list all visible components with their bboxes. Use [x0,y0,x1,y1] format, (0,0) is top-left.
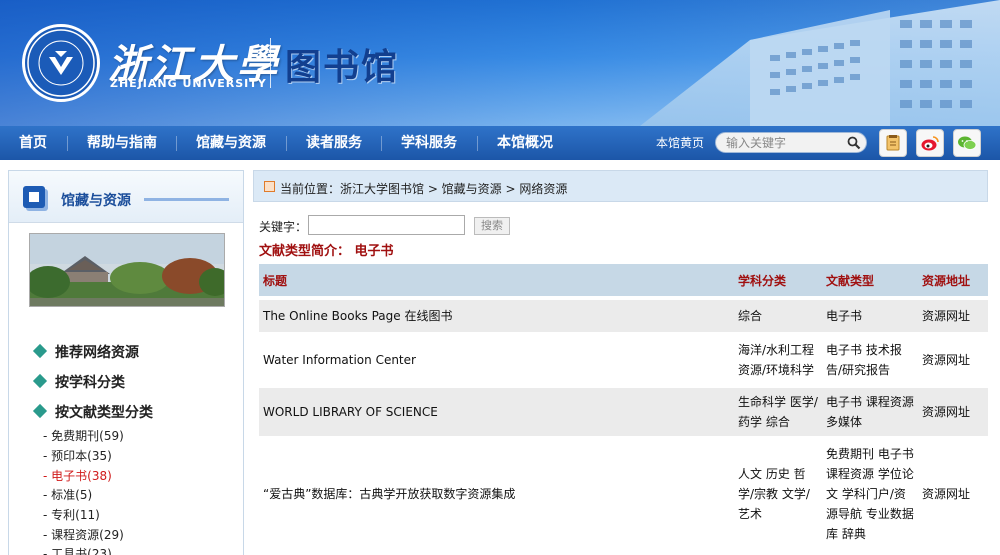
table-row: Water Information Center 海洋/水利工程 资源/环境科学… [259,336,988,384]
sub-item-ebooks[interactable]: - 电子书(38) [43,467,112,484]
section-icon [23,186,45,208]
nav-divider [286,136,287,151]
site-search [715,132,867,153]
resource-subject: 综合 [734,300,822,332]
sub-item-reference-books[interactable]: - 工具书(23) [43,545,112,555]
nav-item-subject-services[interactable]: 学科服务 [401,126,457,160]
site-search-input[interactable] [726,135,846,151]
sidebar-title-underline [144,198,229,201]
nav-divider [176,136,177,151]
keyword-label: 关键字： [259,220,308,234]
menu-label: 按文献类型分类 [55,405,153,421]
resource-title[interactable]: Water Information Center [259,336,734,384]
search-button[interactable]: 搜索 [474,217,510,235]
menu-label: 推荐网络资源 [55,345,139,361]
table-header-row: 标题 学科分类 文献类型 资源地址 [259,264,988,296]
weibo-icon[interactable] [916,129,944,157]
doc-type-intro: 文献类型简介： 电子书 [259,244,394,259]
building-illustration [640,0,1000,126]
col-header-subject: 学科分类 [734,264,822,296]
keyword-input[interactable] [308,215,465,235]
diamond-bullet-icon [32,343,48,359]
breadcrumb: 当前位置：浙江大学图书馆 > 馆藏与资源 > 网络资源 [253,170,988,202]
resource-table: 标题 学科分类 文献类型 资源地址 The Online Books Page … [259,260,988,552]
nav-item-collections[interactable]: 馆藏与资源 [196,126,266,160]
resource-type: 电子书 [822,300,918,332]
header-banner: 浙江大學 ZHEJIANG UNIVERSITY 图书馆 [0,0,1000,126]
resource-title[interactable]: The Online Books Page 在线图书 [259,300,734,332]
table-row: The Online Books Page 在线图书 综合 电子书 资源网址 [259,300,988,332]
wechat-icon[interactable] [953,129,981,157]
sub-item-standards[interactable]: - 标准(5) [43,486,92,503]
location-icon [264,181,275,192]
nav-divider [67,136,68,151]
campus-photo [29,233,225,307]
logo-divider [270,38,271,88]
resource-link[interactable]: 资源网址 [918,440,988,548]
page: 浙江大學 ZHEJIANG UNIVERSITY 图书馆 首页 帮助与指南 馆藏… [0,0,1000,555]
resource-subject: 生命科学 医学/药学 综合 [734,388,822,436]
resource-link[interactable]: 资源网址 [918,388,988,436]
main-nav: 首页 帮助与指南 馆藏与资源 读者服务 学科服务 本馆概况 本馆黄页 [0,126,1000,160]
notebook-icon[interactable] [879,129,907,157]
sidebar: 馆藏与资源 推荐网络资源 按学科分类 按文献类型分类 - 免费期刊(59) - … [8,170,244,555]
sidebar-header: 馆藏与资源 [9,171,243,223]
sub-item-preprints[interactable]: - 预印本(35) [43,447,112,464]
sidebar-title: 馆藏与资源 [61,193,131,209]
sub-item-patents[interactable]: - 专利(11) [43,506,100,523]
search-icon[interactable] [847,136,861,150]
sub-item-free-journals[interactable]: - 免费期刊(59) [43,427,124,444]
resource-title[interactable]: “爱古典”数据库：古典学开放获取数字资源集成 [259,440,734,548]
university-name-en: ZHEJIANG UNIVERSITY [110,77,267,90]
yellow-pages-link[interactable]: 本馆黄页 [656,126,704,160]
nav-item-reader-services[interactable]: 读者服务 [306,126,362,160]
breadcrumb-text[interactable]: 当前位置：浙江大学图书馆 > 馆藏与资源 > 网络资源 [280,180,567,197]
menu-by-doc-type[interactable]: 按文献类型分类 [32,402,153,422]
resource-title[interactable]: WORLD LIBRARY OF SCIENCE [259,388,734,436]
resource-type: 免费期刊 电子书 课程资源 学位论文 学科门户/资源导航 专业数据库 辞典 [826,447,914,541]
resource-link[interactable]: 资源网址 [918,300,988,332]
resource-type: 电子书 课程资源 多媒体 [822,388,918,436]
diamond-bullet-icon [32,403,48,419]
library-title[interactable]: 图书馆 [285,38,399,90]
nav-divider [477,136,478,151]
nav-item-home[interactable]: 首页 [19,126,47,160]
sub-item-course-resources[interactable]: - 课程资源(29) [43,526,124,543]
resource-type: 电子书 技术报告/研究报告 [826,343,902,377]
nav-item-about[interactable]: 本馆概况 [497,126,553,160]
menu-recommended-resources[interactable]: 推荐网络资源 [32,342,139,362]
resource-subject: 人文 历史 哲学/宗教 文学/艺术 [738,467,810,521]
col-header-link: 资源地址 [918,264,988,296]
resource-subject: 海洋/水利工程 资源/环境科学 [738,343,815,377]
main-content: 当前位置：浙江大学图书馆 > 馆藏与资源 > 网络资源 关键字： 搜索 文献类型… [253,170,1000,555]
menu-by-subject[interactable]: 按学科分类 [32,372,125,392]
diamond-bullet-icon [32,373,48,389]
university-emblem-icon[interactable] [22,24,100,102]
col-header-title: 标题 [259,264,734,296]
nav-divider [381,136,382,151]
table-row: WORLD LIBRARY OF SCIENCE 生命科学 医学/药学 综合 电… [259,388,988,436]
resource-link[interactable]: 资源网址 [918,336,988,384]
menu-label: 按学科分类 [55,375,125,391]
col-header-type: 文献类型 [822,264,918,296]
nav-item-help[interactable]: 帮助与指南 [87,126,157,160]
table-row: “爱古典”数据库：古典学开放获取数字资源集成 人文 历史 哲学/宗教 文学/艺术… [259,440,988,548]
